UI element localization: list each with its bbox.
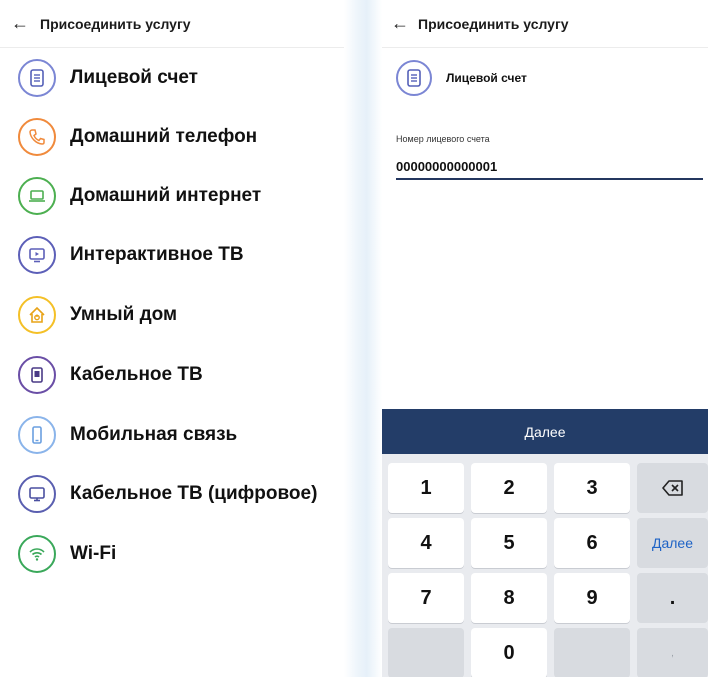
service-label: Мобильная связь: [70, 424, 238, 445]
selected-service-label: Лицевой счет: [446, 71, 527, 85]
period-key[interactable]: .: [637, 573, 708, 623]
key-4[interactable]: 4: [388, 518, 464, 568]
service-label: Умный дом: [70, 304, 178, 325]
service-label: Wi-Fi: [70, 543, 117, 564]
backspace-key[interactable]: [637, 463, 708, 513]
screen-separator: [344, 0, 382, 677]
key-9[interactable]: 9: [554, 573, 630, 623]
comma-key[interactable]: ,: [637, 628, 708, 677]
key-1[interactable]: 1: [388, 463, 464, 513]
wifi-icon: [18, 535, 56, 573]
selected-service: Лицевой счет: [396, 60, 527, 96]
service-item-interactive-tv[interactable]: Интерактивное ТВ: [18, 235, 244, 275]
phone-icon: [18, 118, 56, 156]
service-item-smart-home[interactable]: Умный дом: [18, 295, 177, 335]
laptop-icon: [18, 177, 56, 215]
smart-home-icon: [18, 296, 56, 334]
tv-play-icon: [18, 236, 56, 274]
key-5[interactable]: 5: [471, 518, 547, 568]
monitor-icon: [18, 475, 56, 513]
document-icon: [396, 60, 432, 96]
top-bar: ← Присоединить услугу: [0, 0, 344, 48]
back-arrow-icon[interactable]: ←: [0, 13, 40, 34]
account-number-label: Номер лицевого счета: [396, 134, 490, 144]
service-item-account[interactable]: Лицевой счет: [18, 58, 198, 98]
next-button[interactable]: Далее: [382, 409, 708, 454]
key-8[interactable]: 8: [471, 573, 547, 623]
service-item-home-phone[interactable]: Домашний телефон: [18, 117, 257, 157]
empty-key: [554, 628, 630, 677]
document-icon: [18, 59, 56, 97]
service-list-screen: ← Присоединить услугу Лицевой счет Домаш…: [0, 0, 344, 677]
service-label: Кабельное ТВ (цифровое): [70, 483, 318, 504]
service-item-wifi[interactable]: Wi-Fi: [18, 534, 116, 574]
cable-tv-icon: [18, 356, 56, 394]
numeric-keyboard: 1 2 3 4 5 6 Далее 7 8 9 . 0 ,: [382, 454, 708, 677]
empty-key: [388, 628, 464, 677]
service-item-digital-cable-tv[interactable]: Кабельное ТВ (цифровое): [18, 474, 317, 514]
page-title: Присоединить услугу: [40, 15, 191, 32]
mobile-icon: [18, 416, 56, 454]
key-3[interactable]: 3: [554, 463, 630, 513]
service-item-mobile[interactable]: Мобильная связь: [18, 415, 237, 455]
service-label: Интерактивное ТВ: [70, 244, 244, 265]
service-label: Домашний интернет: [70, 185, 262, 206]
account-number-field[interactable]: [396, 154, 703, 180]
service-label: Кабельное ТВ: [70, 364, 203, 385]
service-item-home-internet[interactable]: Домашний интернет: [18, 176, 261, 216]
key-0[interactable]: 0: [471, 628, 547, 677]
back-arrow-icon[interactable]: ←: [382, 13, 418, 34]
service-label: Домашний телефон: [70, 126, 258, 147]
service-label: Лицевой счет: [70, 67, 198, 88]
top-bar: ← Присоединить услугу: [382, 0, 708, 48]
key-6[interactable]: 6: [554, 518, 630, 568]
service-item-cable-tv[interactable]: Кабельное ТВ: [18, 355, 203, 395]
backspace-icon: [661, 480, 683, 496]
keyboard-next-key[interactable]: Далее: [637, 518, 708, 568]
key-2[interactable]: 2: [471, 463, 547, 513]
page-title: Присоединить услугу: [418, 15, 569, 32]
key-7[interactable]: 7: [388, 573, 464, 623]
account-entry-screen: ← Присоединить услугу Лицевой счет Номер…: [382, 0, 708, 677]
